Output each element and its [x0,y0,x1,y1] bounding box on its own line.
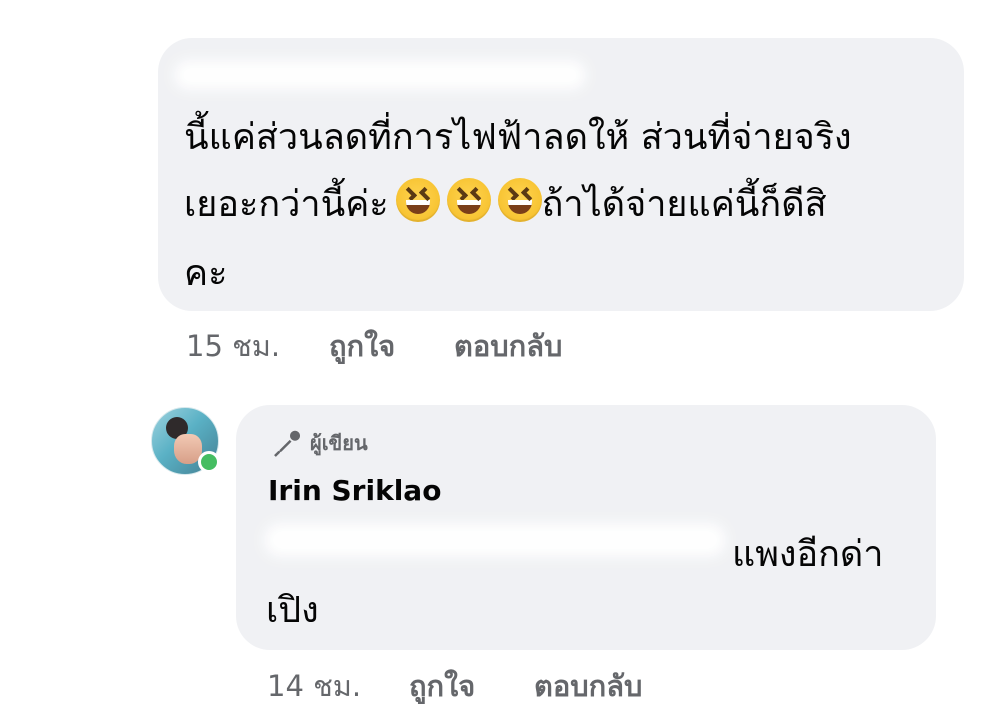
redacted-reply-text [264,523,726,557]
avatar[interactable] [151,407,220,475]
comment-bubble[interactable]: นี้แค่ส่วนลดที่การไฟฟ้าลดให้ ส่วนที่จ่าย… [158,38,964,311]
comment-time: 15 ชม. [186,329,281,363]
reply-line-1: แพงอีกด่า [732,534,884,575]
grinning-squinting-face-icon [446,178,491,222]
redacted-commenter-name [174,60,586,90]
comment-line-1: นี้แค่ส่วนลดที่การไฟฟ้าลดให้ ส่วนที่จ่าย… [184,117,852,158]
author-badge: ผู้เขียน [310,431,368,455]
author-badge-row: ผู้เขียน [272,427,368,459]
comment-line-2-start: เยอะกว่านี้ค่ะ [184,184,389,225]
reply-reply-button[interactable]: ตอบกลับ [534,663,642,709]
author-name[interactable]: Irin Sriklao [268,474,441,507]
comment-line-3: คะ [184,253,228,294]
online-status-icon [198,451,220,473]
grinning-squinting-face-icon [497,178,542,222]
like-button[interactable]: ถูกใจ [329,323,395,369]
comment-line-2: เยอะกว่านี้ค่ะ ถ้าได้จ่ายแค่นี้ก็ดีสิ [184,175,827,235]
comment-thread: นี้แค่ส่วนลดที่การไฟฟ้าลดให้ ส่วนที่จ่าย… [0,0,1000,717]
grinning-squinting-face-icon [395,178,440,222]
comment-line-2-end: ถ้าได้จ่ายแค่นี้ก็ดีสิ [541,184,827,225]
reply-line-2: เปิง [266,590,319,631]
microphone-icon [274,430,301,457]
reply-like-button[interactable]: ถูกใจ [409,663,475,709]
reply-time: 14 ชม. [267,669,362,703]
reply-bubble[interactable]: ผู้เขียน Irin Sriklao แพงอีกด่า เปิง [236,405,936,650]
reply-button[interactable]: ตอบกลับ [454,323,562,369]
